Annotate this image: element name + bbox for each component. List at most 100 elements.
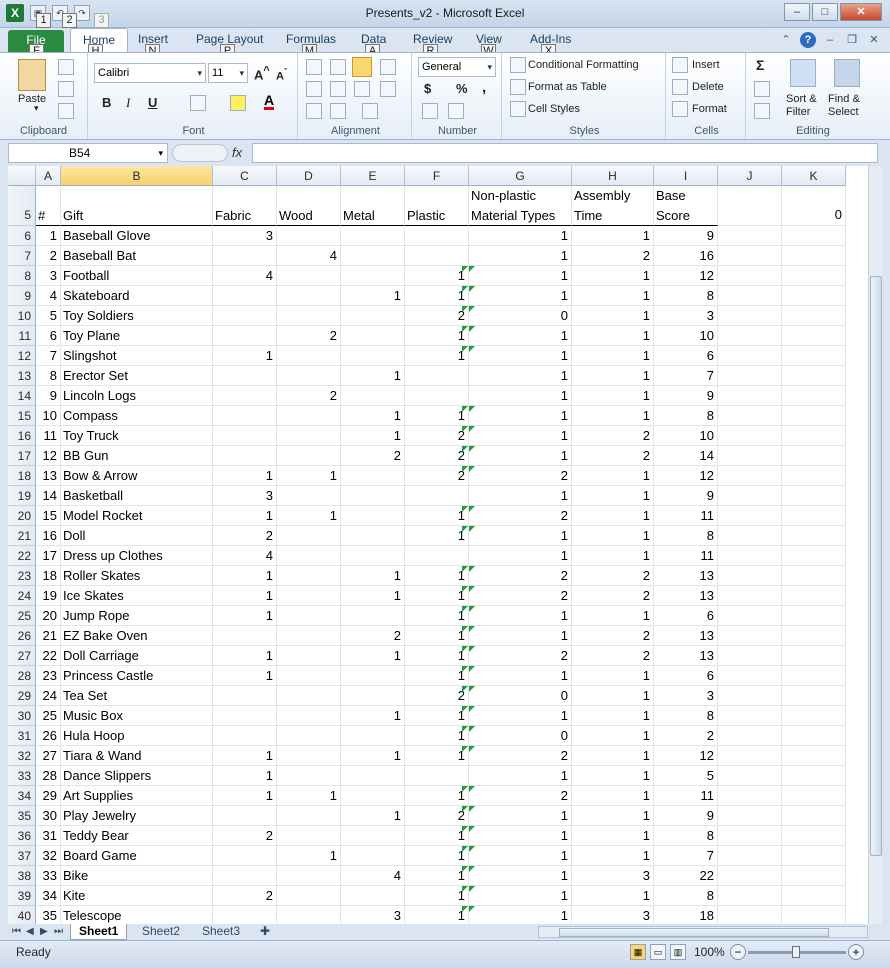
gift-cell[interactable]: Bike [61,866,213,886]
sheet-nav-first-icon[interactable]: ⏮ [12,924,21,940]
table-cell[interactable]: 8 [654,826,718,846]
gift-cell[interactable]: Board Game [61,846,213,866]
table-cell[interactable]: 1 [469,546,572,566]
table-cell[interactable]: 1 [213,766,277,786]
column-header-h[interactable]: H [572,166,654,186]
row-header-10[interactable]: 10 [8,306,36,326]
table-cell[interactable] [782,326,846,346]
table-cell[interactable]: 2 [572,626,654,646]
cut-icon[interactable] [58,59,74,75]
align-top-icon[interactable] [306,59,322,75]
table-cell[interactable] [782,486,846,506]
row-header-6[interactable]: 6 [8,226,36,246]
table-cell[interactable]: 1 [341,706,405,726]
table-cell[interactable] [213,726,277,746]
table-cell[interactable]: 8 [654,406,718,426]
bold-button[interactable]: B [102,95,111,110]
gift-cell[interactable]: Hula Hoop [61,726,213,746]
table-cell[interactable]: 8 [654,286,718,306]
gift-cell[interactable]: Skateboard [61,286,213,306]
table-cell[interactable]: 1 [405,666,469,686]
table-cell[interactable]: 9 [36,386,61,406]
table-cell[interactable]: 2 [469,646,572,666]
table-cell[interactable] [341,666,405,686]
page-break-view-icon[interactable]: ▥ [670,944,686,960]
table-cell[interactable]: 30 [36,806,61,826]
table-cell[interactable]: 4 [213,546,277,566]
table-cell[interactable] [782,466,846,486]
table-cell[interactable]: 19 [36,586,61,606]
table-cell[interactable]: 1 [469,806,572,826]
gift-cell[interactable]: Jump Rope [61,606,213,626]
table-cell[interactable]: 22 [36,646,61,666]
table-cell[interactable]: 1 [572,286,654,306]
table-cell[interactable]: 1 [572,366,654,386]
table-cell[interactable] [277,726,341,746]
table-cell[interactable] [718,786,782,806]
table-cell[interactable] [341,526,405,546]
format-cells-icon[interactable] [672,101,688,117]
row-header-19[interactable]: 19 [8,486,36,506]
row-header-11[interactable]: 11 [8,326,36,346]
table-cell[interactable] [213,366,277,386]
table-cell[interactable]: 3 [341,906,405,924]
paste-button[interactable]: Paste [18,93,46,105]
table-cell[interactable] [782,346,846,366]
table-cell[interactable]: 1 [469,886,572,906]
table-cell[interactable] [213,806,277,826]
table-cell[interactable] [718,886,782,906]
table-cell[interactable] [277,306,341,326]
gift-cell[interactable]: Art Supplies [61,786,213,806]
table-cell[interactable]: 1 [469,246,572,266]
table-cell[interactable]: 1 [341,566,405,586]
table-cell[interactable] [718,426,782,446]
table-cell[interactable] [718,666,782,686]
filter-label[interactable]: Filter [786,106,810,118]
table-cell[interactable]: 2 [572,246,654,266]
table-cell[interactable]: 1 [213,586,277,606]
find-label[interactable]: Find & [828,93,860,105]
format-painter-icon[interactable] [58,103,74,119]
table-cell[interactable]: 9 [654,486,718,506]
help-icon[interactable]: ? [800,32,816,48]
table-cell[interactable]: 1 [469,866,572,886]
table-cell[interactable]: 1 [469,606,572,626]
table-cell[interactable]: 27 [36,746,61,766]
table-cell[interactable]: 9 [654,806,718,826]
gift-cell[interactable]: Kite [61,886,213,906]
table-cell[interactable]: 3 [654,686,718,706]
table-cell[interactable] [718,546,782,566]
table-cell[interactable]: 12 [36,446,61,466]
table-cell[interactable]: 14 [36,486,61,506]
table-cell[interactable] [341,346,405,366]
table-cell[interactable]: 1 [405,526,469,546]
table-cell[interactable] [718,686,782,706]
table-cell[interactable] [718,266,782,286]
table-cell[interactable]: 17 [36,546,61,566]
font-name-combo[interactable]: Calibri [94,63,206,83]
underline-button[interactable]: U [148,95,157,110]
table-cell[interactable] [277,546,341,566]
sheet-tab-sheet2[interactable]: Sheet2 [142,924,180,940]
table-cell[interactable] [213,446,277,466]
table-cell[interactable] [213,306,277,326]
table-cell[interactable] [277,666,341,686]
table-cell[interactable]: 1 [341,426,405,446]
table-cell[interactable]: 1 [572,506,654,526]
fx-icon[interactable]: fx [232,145,242,160]
table-cell[interactable]: 1 [572,666,654,686]
table-cell[interactable]: 8 [36,366,61,386]
table-cell[interactable] [277,486,341,506]
column-header-c[interactable]: C [213,166,277,186]
table-cell[interactable] [341,266,405,286]
table-cell[interactable]: 3 [36,266,61,286]
table-cell[interactable]: 1 [572,686,654,706]
table-cell[interactable]: 2 [469,746,572,766]
table-cell[interactable]: 1 [277,466,341,486]
table-cell[interactable]: 1 [469,326,572,346]
table-cell[interactable]: 1 [469,626,572,646]
table-cell[interactable] [341,466,405,486]
table-cell[interactable]: 2 [277,326,341,346]
table-cell[interactable] [718,606,782,626]
gift-cell[interactable]: Slingshot [61,346,213,366]
